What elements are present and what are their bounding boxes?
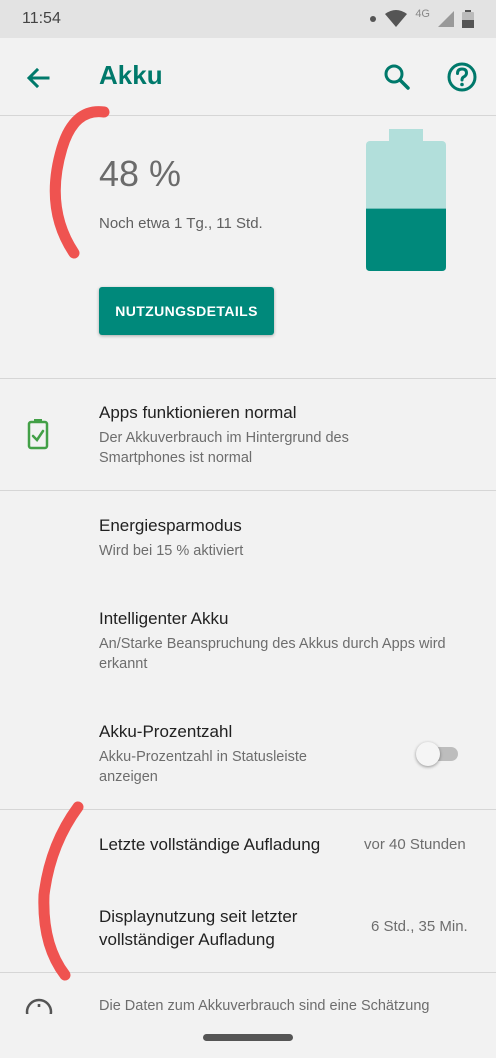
back-arrow-icon[interactable] [22, 62, 54, 94]
adaptive-battery-row[interactable]: Intelligenter Akku An/Starke Beanspruchu… [0, 583, 496, 693]
home-gesture-handle[interactable] [203, 1034, 293, 1041]
status-time: 11:54 [22, 10, 61, 27]
signal-icon [438, 11, 454, 27]
status-icons: 4G [369, 8, 474, 28]
usage-details-button[interactable]: NUTZUNGSDETAILS [99, 287, 274, 335]
last-full-charge-title: Letzte vollständige Aufladung [99, 835, 321, 854]
estimate-disclaimer: Die Daten zum Akkuverbrauch sind eine Sc… [99, 998, 430, 1014]
battery-percentage-subtitle: Akku-Prozentzahl in Statusleiste anzeige… [99, 749, 307, 785]
battery-percentage-title: Akku-Prozentzahl [99, 722, 233, 741]
battery-percentage: 48 % [99, 153, 182, 194]
apps-status-row[interactable]: Apps funktionieren normal Der Akkuverbra… [0, 379, 496, 490]
divider [0, 972, 496, 973]
battery-saver-subtitle: Wird bei 15 % aktiviert [99, 543, 244, 559]
page-title: Akku [99, 60, 163, 90]
battery-remaining-estimate: Noch etwa 1 Tg., 11 Std. [99, 215, 263, 232]
screen-usage-title: Displaynutzung seit letzter vollständige… [99, 907, 298, 949]
search-icon[interactable] [381, 61, 413, 93]
apps-status-title: Apps funktionieren normal [99, 403, 297, 422]
notification-dot-icon [370, 16, 377, 22]
help-icon[interactable] [446, 61, 478, 93]
battery-header: 48 % Noch etwa 1 Tg., 11 Std. NUTZUNGSDE… [0, 117, 496, 379]
screen-usage-value: 6 Std., 35 Min. [371, 918, 468, 935]
toggle-thumb [416, 742, 440, 766]
adaptive-battery-title: Intelligenter Akku [99, 609, 229, 628]
last-full-charge-value: vor 40 Stunden [364, 836, 466, 853]
status-bar: 11:54 4G [0, 0, 496, 38]
adaptive-battery-subtitle: An/Starke Beanspruchung des Akkus durch … [99, 636, 446, 672]
battery-percentage-toggle[interactable] [416, 742, 460, 766]
battery-level-icon [366, 129, 446, 271]
navigation-bar [0, 1014, 496, 1058]
wifi-icon [385, 10, 408, 27]
battery-status-icon [462, 10, 474, 28]
battery-saver-row[interactable]: Energiesparmodus Wird bei 15 % aktiviert [0, 491, 496, 583]
battery-saver-title: Energiesparmodus [99, 516, 242, 535]
app-bar: Akku [0, 38, 496, 116]
network-type: 4G [415, 8, 430, 20]
apps-status-subtitle: Der Akkuverbrauch im Hintergrund des Sma… [99, 430, 349, 466]
